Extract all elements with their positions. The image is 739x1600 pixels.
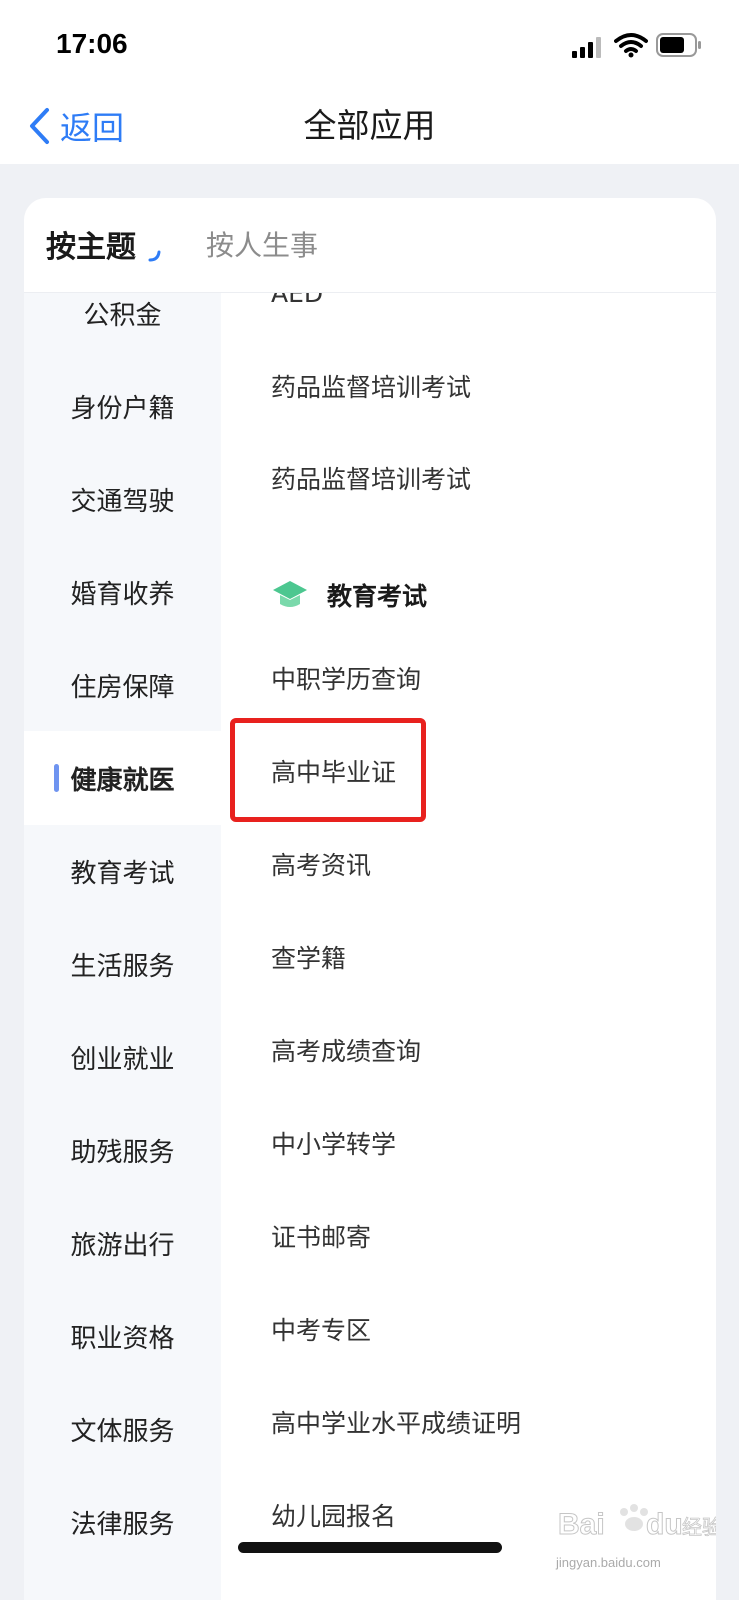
category-item[interactable]: 交通驾驶	[24, 452, 221, 546]
app-item[interactable]: 药品监督培训考试	[271, 450, 471, 510]
svg-text:Bai: Bai	[558, 1508, 605, 1541]
category-label: 创业就业	[70, 1044, 175, 1075]
nav-bar: 返回 全部应用	[0, 90, 739, 164]
category-label: 旅游出行	[70, 1230, 175, 1261]
category-label: 婚育收养	[70, 579, 175, 610]
tab-by-theme[interactable]: 按主题	[46, 222, 136, 266]
page-title: 全部应用	[303, 106, 436, 145]
wifi-icon	[614, 33, 648, 58]
category-item[interactable]: 婚育收养	[24, 545, 221, 639]
section-header: 教育考试	[271, 565, 427, 625]
highlight-annotation-box	[230, 718, 426, 822]
category-label: 健康就医	[70, 765, 175, 796]
category-label: 交通驾驶	[70, 486, 175, 517]
category-item-active[interactable]: 健康就医	[24, 731, 221, 825]
battery-icon	[656, 33, 701, 57]
category-label: 法律服务	[70, 1509, 175, 1540]
signal-icon	[572, 37, 601, 58]
svg-text:du: du	[646, 1508, 683, 1541]
category-item[interactable]: 职业资格	[24, 1289, 221, 1383]
category-item[interactable]: 法律服务	[24, 1475, 221, 1569]
app-item[interactable]: 中考专区	[271, 1301, 371, 1361]
category-item[interactable]: 生活服务	[24, 917, 221, 1011]
category-item[interactable]: 助残服务	[24, 1103, 221, 1197]
tab-active-indicator	[148, 250, 161, 262]
category-item[interactable]: 旅游出行	[24, 1196, 221, 1290]
category-label: 教育考试	[70, 858, 175, 889]
category-label: 职业资格	[70, 1323, 175, 1354]
category-label: 文体服务	[70, 1416, 175, 1447]
section-title: 教育考试	[327, 582, 428, 611]
status-time: 17:06	[56, 28, 128, 59]
app-item[interactable]: 证书邮寄	[271, 1208, 371, 1268]
graduation-cap-icon	[273, 581, 307, 607]
category-item[interactable]: 文体服务	[24, 1382, 221, 1476]
home-indicator	[238, 1542, 502, 1553]
app-item[interactable]: 中职学历查询	[271, 650, 421, 710]
app-item[interactable]: 高考成绩查询	[271, 1022, 421, 1082]
app-item[interactable]: 高中学业水平成绩证明	[271, 1394, 521, 1454]
watermark-url: jingyan.baidu.com	[556, 1555, 661, 1570]
app-item[interactable]: 中小学转学	[271, 1115, 396, 1175]
category-label: 生活服务	[70, 951, 175, 982]
category-label: 公积金	[83, 300, 162, 331]
tab-by-life-event[interactable]: 按人生事	[206, 224, 318, 264]
active-indicator	[54, 764, 59, 792]
category-label: 身份户籍	[70, 393, 175, 424]
category-item[interactable]: 身份户籍	[24, 359, 221, 453]
app-item[interactable]: 高考资讯	[271, 836, 371, 896]
app-list-card: 按主题 按人生事 公积金 身份户籍 交通驾驶 婚育收养 住房保障 健康就医 教育…	[24, 198, 716, 1600]
category-label: 助残服务	[70, 1137, 175, 1168]
app-list: AED 药品监督培训考试 药品监督培训考试 教育考试 中职学历查询 高中毕业证 …	[221, 293, 716, 1600]
app-item[interactable]: 药品监督培训考试	[271, 358, 471, 418]
svg-text:经验: 经验	[682, 1515, 716, 1539]
category-item[interactable]: 公积金	[24, 266, 221, 360]
category-item[interactable]: 住房保障	[24, 638, 221, 732]
category-item[interactable]: 创业就业	[24, 1010, 221, 1104]
app-item[interactable]: 查学籍	[271, 929, 346, 989]
app-item[interactable]: 幼儿园报名	[271, 1487, 396, 1547]
app-item[interactable]: AED	[271, 293, 323, 324]
category-item[interactable]: 教育考试	[24, 824, 221, 918]
status-bar: 17:06	[0, 0, 739, 90]
category-sidebar: 公积金 身份户籍 交通驾驶 婚育收养 住房保障 健康就医 教育考试 生活服务 创…	[24, 293, 221, 1600]
category-label: 住房保障	[70, 672, 175, 703]
